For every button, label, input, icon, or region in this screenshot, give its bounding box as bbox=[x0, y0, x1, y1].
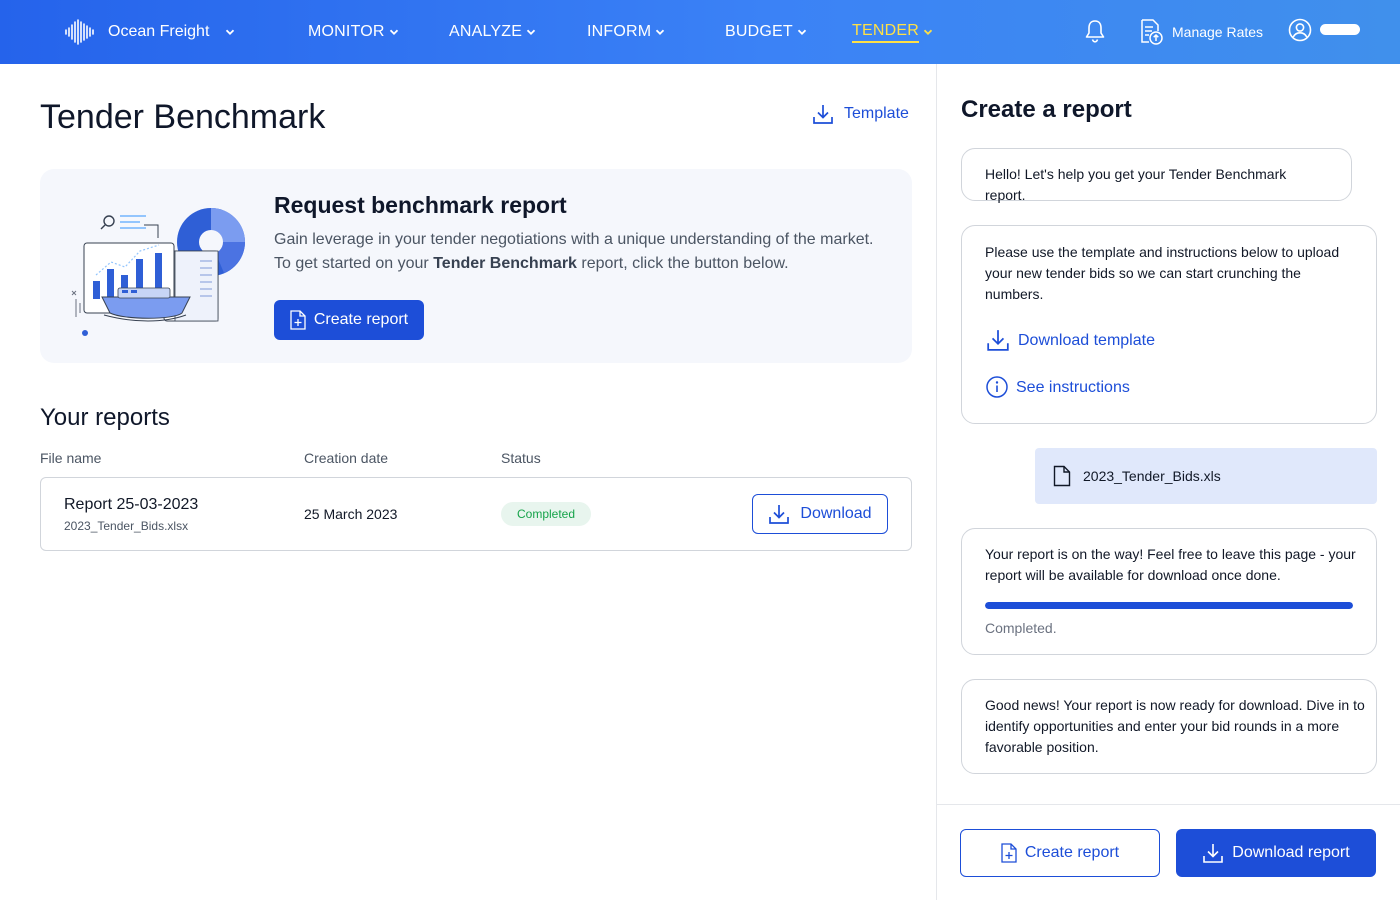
manage-rates-link[interactable]: Manage Rates bbox=[1138, 0, 1263, 64]
create-report-button[interactable]: Create report bbox=[274, 300, 424, 340]
promo-description-line2: To get started on your Tender Benchmark … bbox=[274, 252, 894, 276]
message-ready: Good news! Your report is now ready for … bbox=[961, 679, 1377, 774]
manage-rates-icon bbox=[1141, 19, 1163, 45]
promo-desc-suffix: report, click the button below. bbox=[576, 255, 789, 272]
see-instructions-link[interactable]: See instructions bbox=[986, 376, 1130, 398]
chevron-down-icon bbox=[226, 29, 235, 35]
manage-rates-label: Manage Rates bbox=[1172, 24, 1264, 40]
message-instructions: Please use the template and instructions… bbox=[961, 225, 1377, 424]
chevron-down-icon bbox=[527, 29, 536, 35]
status-badge: Completed bbox=[501, 502, 592, 526]
download-template-label: Download template bbox=[1018, 331, 1155, 349]
report-file-name: 2023_Tender_Bids.xlsx bbox=[64, 519, 189, 533]
message-ready-text: Good news! Your report is now ready for … bbox=[985, 697, 1365, 755]
uploaded-file-chip[interactable]: 2023_Tender_Bids.xls bbox=[1035, 448, 1377, 504]
chevron-down-icon bbox=[656, 29, 665, 35]
download-report-label: Download report bbox=[1232, 844, 1350, 861]
nav-tender-label: TENDER bbox=[852, 22, 919, 43]
column-header-file-name: File name bbox=[40, 450, 102, 466]
benchmark-illustration bbox=[71, 208, 245, 336]
report-creation-date: 25 March 2023 bbox=[304, 506, 398, 522]
column-header-creation-date: Creation date bbox=[304, 450, 389, 466]
info-icon bbox=[986, 376, 1008, 398]
chevron-down-icon bbox=[923, 29, 933, 35]
panel-title: Create a report bbox=[961, 96, 1132, 123]
your-reports-title: Your reports bbox=[40, 404, 170, 431]
ocean-freight-logo-icon bbox=[65, 19, 94, 45]
download-icon bbox=[1203, 844, 1224, 863]
user-name-pill[interactable] bbox=[1320, 24, 1360, 35]
message-hello: Hello! Let's help you get your Tender Be… bbox=[961, 148, 1352, 203]
page-title: Tender Benchmark bbox=[40, 98, 326, 136]
template-download-link[interactable]: Template bbox=[812, 103, 909, 125]
message-hello-text: Hello! Let's help you get your Tender Be… bbox=[985, 166, 1287, 203]
message-instructions-text: Please use the template and instructions… bbox=[985, 244, 1340, 302]
create-report-panel: Create a report Hello! Let's help you ge… bbox=[936, 64, 1400, 900]
nav-budget[interactable]: BUDGET bbox=[725, 0, 807, 64]
create-report-outline-button[interactable]: Create report bbox=[960, 829, 1160, 877]
file-plus-icon bbox=[290, 310, 306, 330]
download-template-link[interactable]: Download template bbox=[986, 328, 1155, 352]
create-report-outline-label: Create report bbox=[1024, 844, 1120, 861]
table-row: Report 25-03-2023 2023_Tender_Bids.xlsx … bbox=[40, 477, 912, 551]
download-button-label: Download bbox=[800, 505, 872, 522]
download-icon bbox=[769, 505, 790, 524]
report-name: Report 25-03-2023 bbox=[64, 496, 199, 513]
column-header-status: Status bbox=[501, 450, 541, 466]
nav-budget-label: BUDGET bbox=[725, 23, 793, 40]
promo-description-line1: Gain leverage in your tender negotiation… bbox=[274, 231, 874, 248]
brand-name: Ocean Freight bbox=[108, 23, 210, 40]
nav-inform[interactable]: INFORM bbox=[587, 0, 665, 64]
download-report-button[interactable]: Download report bbox=[1176, 829, 1376, 877]
download-icon bbox=[813, 105, 833, 124]
file-plus-icon bbox=[1001, 843, 1017, 863]
nav-inform-label: INFORM bbox=[587, 23, 652, 40]
chevron-down-icon bbox=[389, 29, 398, 35]
message-progress: Your report is on the way! Feel free to … bbox=[961, 528, 1377, 655]
top-navigation: Ocean Freight MONITOR ANALYZE INFORM BUD… bbox=[0, 0, 1400, 64]
message-progress-text: Your report is on the way! Feel free to … bbox=[985, 546, 1356, 583]
promo-title: Request benchmark report bbox=[274, 192, 567, 218]
chevron-down-icon bbox=[797, 29, 807, 35]
brand-menu[interactable]: Ocean Freight bbox=[64, 0, 235, 64]
nav-monitor[interactable]: MONITOR bbox=[308, 0, 399, 64]
progress-bar-fill bbox=[985, 602, 1353, 609]
user-icon[interactable] bbox=[1288, 18, 1312, 42]
see-instructions-label: See instructions bbox=[1016, 378, 1130, 396]
bell-icon[interactable] bbox=[1083, 18, 1107, 44]
nav-analyze-label: ANALYZE bbox=[449, 23, 523, 40]
request-benchmark-card: Request benchmark report Gain leverage i… bbox=[40, 169, 912, 363]
nav-analyze[interactable]: ANALYZE bbox=[449, 0, 536, 64]
promo-description: Gain leverage in your tender negotiation… bbox=[274, 228, 894, 276]
file-icon bbox=[1053, 465, 1071, 487]
nav-monitor-label: MONITOR bbox=[308, 23, 385, 40]
panel-footer: Create report Download report bbox=[937, 804, 1400, 900]
promo-desc-prefix: To get started on your bbox=[274, 255, 434, 272]
uploaded-file-name: 2023_Tender_Bids.xls bbox=[1083, 468, 1221, 484]
progress-bar bbox=[985, 602, 1353, 609]
progress-label: Completed. bbox=[985, 620, 1057, 636]
promo-desc-bold: Tender Benchmark bbox=[433, 255, 577, 272]
download-icon bbox=[987, 330, 1009, 351]
template-link-label: Template bbox=[844, 105, 909, 122]
nav-tender[interactable]: TENDER bbox=[852, 0, 933, 64]
download-button[interactable]: Download bbox=[752, 494, 888, 534]
create-report-label: Create report bbox=[313, 311, 409, 328]
